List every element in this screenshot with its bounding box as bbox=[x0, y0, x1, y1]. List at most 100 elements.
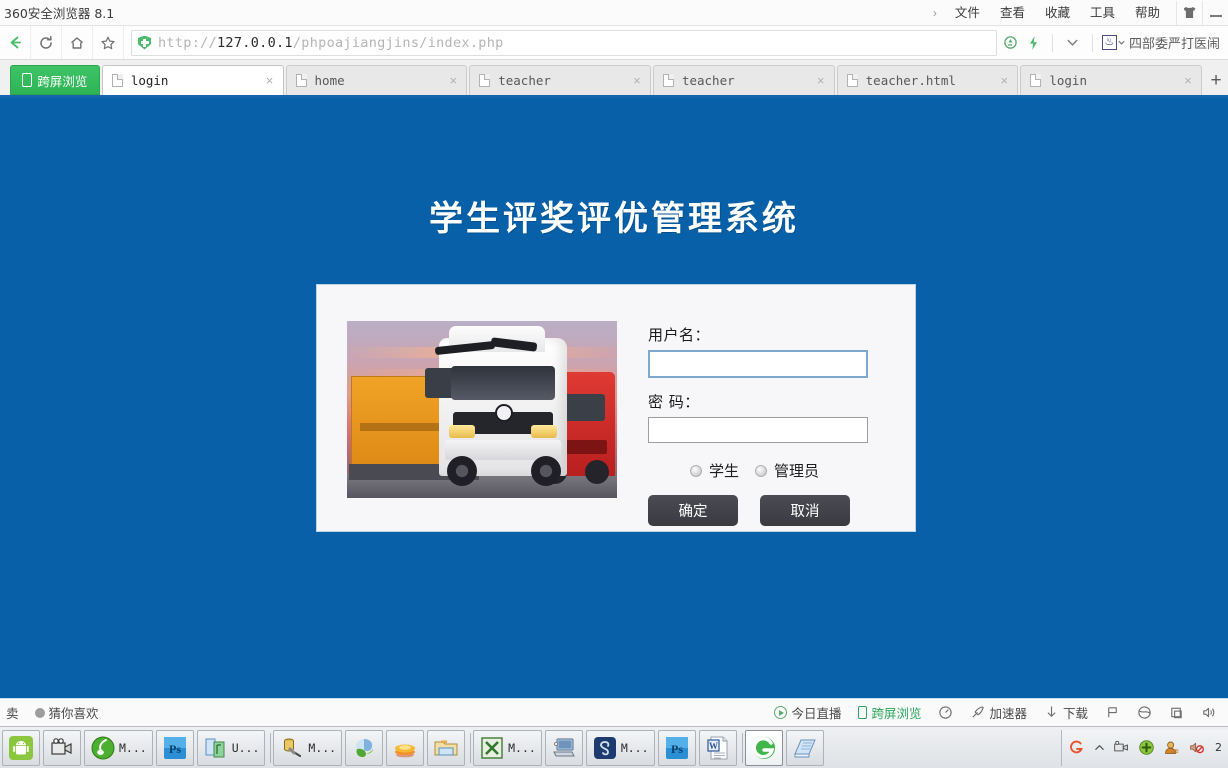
skin-button[interactable] bbox=[1176, 0, 1202, 25]
page-icon bbox=[111, 74, 123, 87]
status-live[interactable]: 今日直播 bbox=[774, 703, 841, 722]
status-download[interactable]: 下载 bbox=[1044, 703, 1088, 722]
browser-360-icon bbox=[752, 736, 775, 759]
tab-close-icon[interactable]: × bbox=[446, 74, 460, 87]
taskbar-item-ultraedit[interactable]: U... bbox=[196, 729, 266, 766]
taskbar-item-notepad[interactable] bbox=[785, 729, 824, 766]
search-shortcut[interactable]: ♨ 四部委严打医闹 bbox=[1101, 33, 1228, 52]
tab-login-1[interactable]: login × bbox=[101, 65, 284, 95]
tab-bar: 跨屏浏览 login × home × teacher × teacher × … bbox=[0, 60, 1228, 98]
taskbar-label: U... bbox=[231, 740, 260, 755]
baidu-paw-icon: ♨ bbox=[1101, 35, 1117, 50]
taskbar-item-word[interactable]: W bbox=[698, 729, 737, 766]
page-content: 学生评奖评优管理系统 用户名： 密 码： 学生 管理员 确定 取消 bbox=[0, 98, 1228, 698]
status-accelerator-label: 加速器 bbox=[989, 706, 1027, 721]
tab-label: login bbox=[130, 73, 169, 88]
minimize-icon bbox=[1209, 14, 1222, 17]
tab-close-icon[interactable]: × bbox=[814, 74, 828, 87]
globe-icon[interactable] bbox=[1137, 705, 1152, 720]
tab-teacher-2[interactable]: teacher × bbox=[652, 65, 835, 95]
tab-label: teacher bbox=[681, 73, 735, 88]
taskbar-item-android[interactable] bbox=[2, 729, 40, 766]
person-icon[interactable] bbox=[1163, 739, 1180, 756]
tab-login-2[interactable]: login × bbox=[1020, 65, 1203, 95]
tab-home[interactable]: home × bbox=[285, 65, 468, 95]
search-hot-text[interactable]: 四部委严打医闹 bbox=[1129, 33, 1220, 52]
url-field[interactable]: http://127.0.0.1/phpoajiangjins/index.ph… bbox=[131, 29, 997, 56]
window-icon[interactable] bbox=[1169, 705, 1184, 720]
svg-text:Ps: Ps bbox=[671, 742, 683, 756]
radio-admin[interactable] bbox=[755, 464, 767, 477]
menu-file[interactable]: 文件 bbox=[945, 0, 990, 26]
taskbar-item-navicat[interactable] bbox=[345, 729, 384, 766]
radio-student[interactable] bbox=[689, 464, 702, 477]
tab-label: login bbox=[1049, 73, 1087, 88]
back-button[interactable] bbox=[0, 26, 31, 59]
radio-student-label[interactable]: 学生 bbox=[709, 460, 739, 481]
menu-tools[interactable]: 工具 bbox=[1080, 0, 1125, 26]
taskbar-item-photoshop-2[interactable]: Ps bbox=[657, 729, 696, 766]
flag-icon[interactable] bbox=[1105, 705, 1120, 720]
phone-icon bbox=[858, 706, 868, 719]
tab-close-icon[interactable]: × bbox=[1181, 74, 1195, 87]
taskbar-item-photoshop-1[interactable]: Ps bbox=[155, 729, 194, 766]
status-recommend[interactable]: 猜你喜欢 bbox=[34, 703, 99, 722]
speed-dial-icon[interactable] bbox=[938, 705, 953, 720]
recycle-icon[interactable] bbox=[1003, 35, 1018, 50]
password-input[interactable] bbox=[648, 417, 868, 443]
chevron-right-icon[interactable]: › bbox=[931, 6, 945, 20]
chevron-down-icon[interactable] bbox=[1065, 35, 1080, 50]
radio-admin-label[interactable]: 管理员 bbox=[774, 460, 819, 481]
tab-close-icon[interactable]: × bbox=[997, 74, 1011, 87]
excel-icon bbox=[481, 736, 503, 759]
bookmark-button[interactable] bbox=[93, 26, 124, 59]
mute-speaker-icon[interactable] bbox=[1188, 739, 1205, 756]
password-label: 密 码： bbox=[648, 393, 700, 411]
taskbar-item-database-tool[interactable]: M... bbox=[273, 729, 343, 766]
taskbar-item-orange-disc[interactable] bbox=[386, 729, 425, 766]
taskbar-item-folder[interactable] bbox=[427, 729, 466, 766]
lightning-icon[interactable] bbox=[1027, 35, 1040, 51]
home-button[interactable] bbox=[62, 26, 93, 59]
menu-view[interactable]: 查看 bbox=[990, 0, 1035, 26]
tab-teacher-html[interactable]: teacher.html × bbox=[836, 65, 1019, 95]
minimize-button[interactable] bbox=[1202, 0, 1228, 25]
remote-desktop-icon bbox=[553, 738, 575, 756]
reload-button[interactable] bbox=[31, 26, 62, 59]
orange-disc-icon bbox=[395, 744, 416, 757]
home-icon bbox=[71, 36, 83, 49]
submit-button[interactable]: 确定 bbox=[648, 495, 738, 526]
status-accelerator[interactable]: 加速器 bbox=[970, 703, 1027, 722]
tab-teacher-1[interactable]: teacher × bbox=[469, 65, 651, 95]
tab-cast-label: 跨屏浏览 bbox=[37, 73, 88, 89]
taskbar-item-video-camera[interactable] bbox=[43, 729, 81, 766]
tab-cast-screen[interactable]: 跨屏浏览 bbox=[9, 65, 100, 95]
tab-close-icon[interactable]: × bbox=[630, 74, 644, 87]
menu-favorites[interactable]: 收藏 bbox=[1035, 0, 1080, 26]
tab-close-icon[interactable]: × bbox=[263, 74, 277, 87]
notepad-icon bbox=[793, 739, 816, 757]
taskbar-item-remote-desktop[interactable] bbox=[544, 729, 583, 766]
status-cast-screen[interactable]: 跨屏浏览 bbox=[858, 703, 921, 722]
taskbar-item-infinity[interactable]: M... bbox=[585, 729, 655, 766]
chevron-down-icon[interactable] bbox=[1118, 39, 1125, 46]
white-truck bbox=[425, 326, 567, 486]
green-plus-icon[interactable] bbox=[1138, 739, 1155, 756]
folder-icon bbox=[434, 740, 458, 755]
new-tab-button[interactable]: + bbox=[1204, 67, 1228, 95]
taskbar-item-music[interactable]: M... bbox=[84, 729, 153, 766]
taskbar-item-360-browser[interactable] bbox=[744, 729, 783, 766]
cancel-button[interactable]: 取消 bbox=[760, 495, 850, 526]
menu-help[interactable]: 帮助 bbox=[1125, 0, 1170, 26]
taskbar-item-excel[interactable]: M... bbox=[473, 729, 542, 766]
ultraedit-icon bbox=[205, 738, 225, 757]
camera-tray-icon[interactable] bbox=[1113, 739, 1130, 756]
chevron-up-icon[interactable] bbox=[1094, 742, 1105, 753]
login-form: 用户名： 密 码： 学生 管理员 确定 取消 bbox=[648, 321, 870, 526]
volume-icon[interactable] bbox=[1201, 705, 1216, 720]
sogou-icon[interactable] bbox=[1068, 739, 1086, 757]
taskbar-label: M... bbox=[119, 740, 147, 755]
username-input[interactable] bbox=[648, 350, 868, 378]
status-recommend-label: 猜你喜欢 bbox=[48, 706, 99, 721]
status-takeout[interactable]: 卖 bbox=[6, 703, 19, 722]
